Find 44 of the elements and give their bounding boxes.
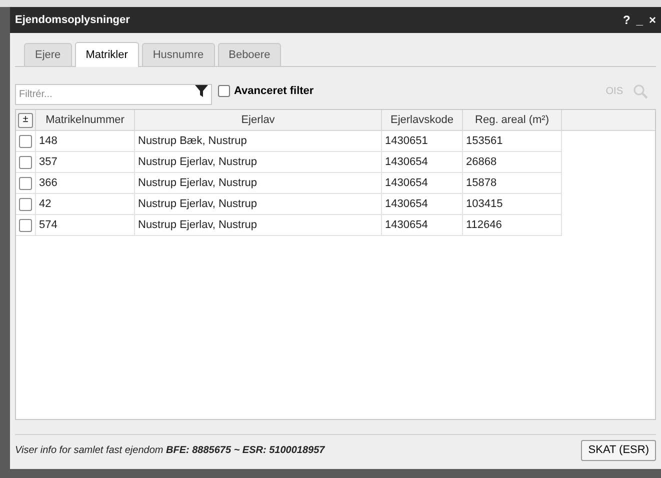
- window-title: Ejendomsoplysninger: [15, 12, 130, 28]
- column-header[interactable]: Ejerlavskode: [382, 110, 463, 130]
- window-control-button[interactable]: ×: [648, 14, 656, 26]
- table-cell: 153561: [463, 131, 562, 151]
- row-checkbox[interactable]: [19, 134, 32, 148]
- table-cell: 15878: [463, 173, 562, 193]
- row-checkbox[interactable]: [19, 198, 32, 210]
- window-control-button[interactable]: ?: [622, 14, 630, 26]
- skat-button[interactable]: SKAT (ESR): [581, 440, 656, 461]
- table-cell: 1430651: [382, 131, 463, 151]
- advanced-filter-checkbox[interactable]: [218, 85, 230, 97]
- tab[interactable]: Matrikler: [74, 42, 139, 67]
- table-cell: 1430654: [382, 152, 463, 172]
- status-text: Viser info for samlet fast ejendom BFE: 8885675 ~ ESR: 5100018957: [15, 444, 325, 458]
- table-cell: 148: [36, 131, 135, 151]
- tab[interactable]: Beboere: [218, 43, 282, 66]
- table-cell: Nustrup Ejerlav, Nustrup: [135, 215, 382, 235]
- table-cell: 103415: [463, 194, 562, 214]
- column-header[interactable]: Reg. areal (m²): [463, 110, 562, 130]
- table-cell: 1430654: [382, 194, 463, 214]
- filter-field[interactable]: Filtrér...: [15, 84, 212, 104]
- table-cell: 1430654: [382, 215, 463, 235]
- table-cell: Nustrup Ejerlav, Nustrup: [135, 194, 382, 214]
- window-control-button[interactable]: _: [636, 14, 643, 26]
- table-cell: 42: [36, 194, 135, 214]
- tab[interactable]: Ejere: [24, 43, 72, 66]
- filter-icon[interactable]: [195, 84, 208, 96]
- tab[interactable]: Husnumre: [142, 43, 215, 66]
- table-cell: Nustrup Bæk, Nustrup: [135, 131, 382, 151]
- table-cell: 366: [36, 173, 135, 193]
- column-header[interactable]: Ejerlav: [135, 110, 382, 130]
- row-checkbox[interactable]: [19, 176, 32, 190]
- table-cell: 26868: [463, 152, 562, 172]
- row-checkbox[interactable]: [19, 218, 32, 232]
- table-cell: 112646: [463, 215, 562, 235]
- table-cell: Nustrup Ejerlav, Nustrup: [135, 173, 382, 193]
- column-header[interactable]: Matrikelnummer: [36, 110, 135, 130]
- toggle-all-button[interactable]: ±: [18, 112, 33, 128]
- advanced-filter-label: Avanceret filter: [234, 84, 314, 99]
- row-checkbox[interactable]: [19, 156, 32, 168]
- table-cell: 357: [36, 152, 135, 172]
- table-cell: Nustrup Ejerlav, Nustrup: [135, 152, 382, 172]
- table-cell: 1430654: [382, 173, 463, 193]
- table-cell: 574: [36, 215, 135, 235]
